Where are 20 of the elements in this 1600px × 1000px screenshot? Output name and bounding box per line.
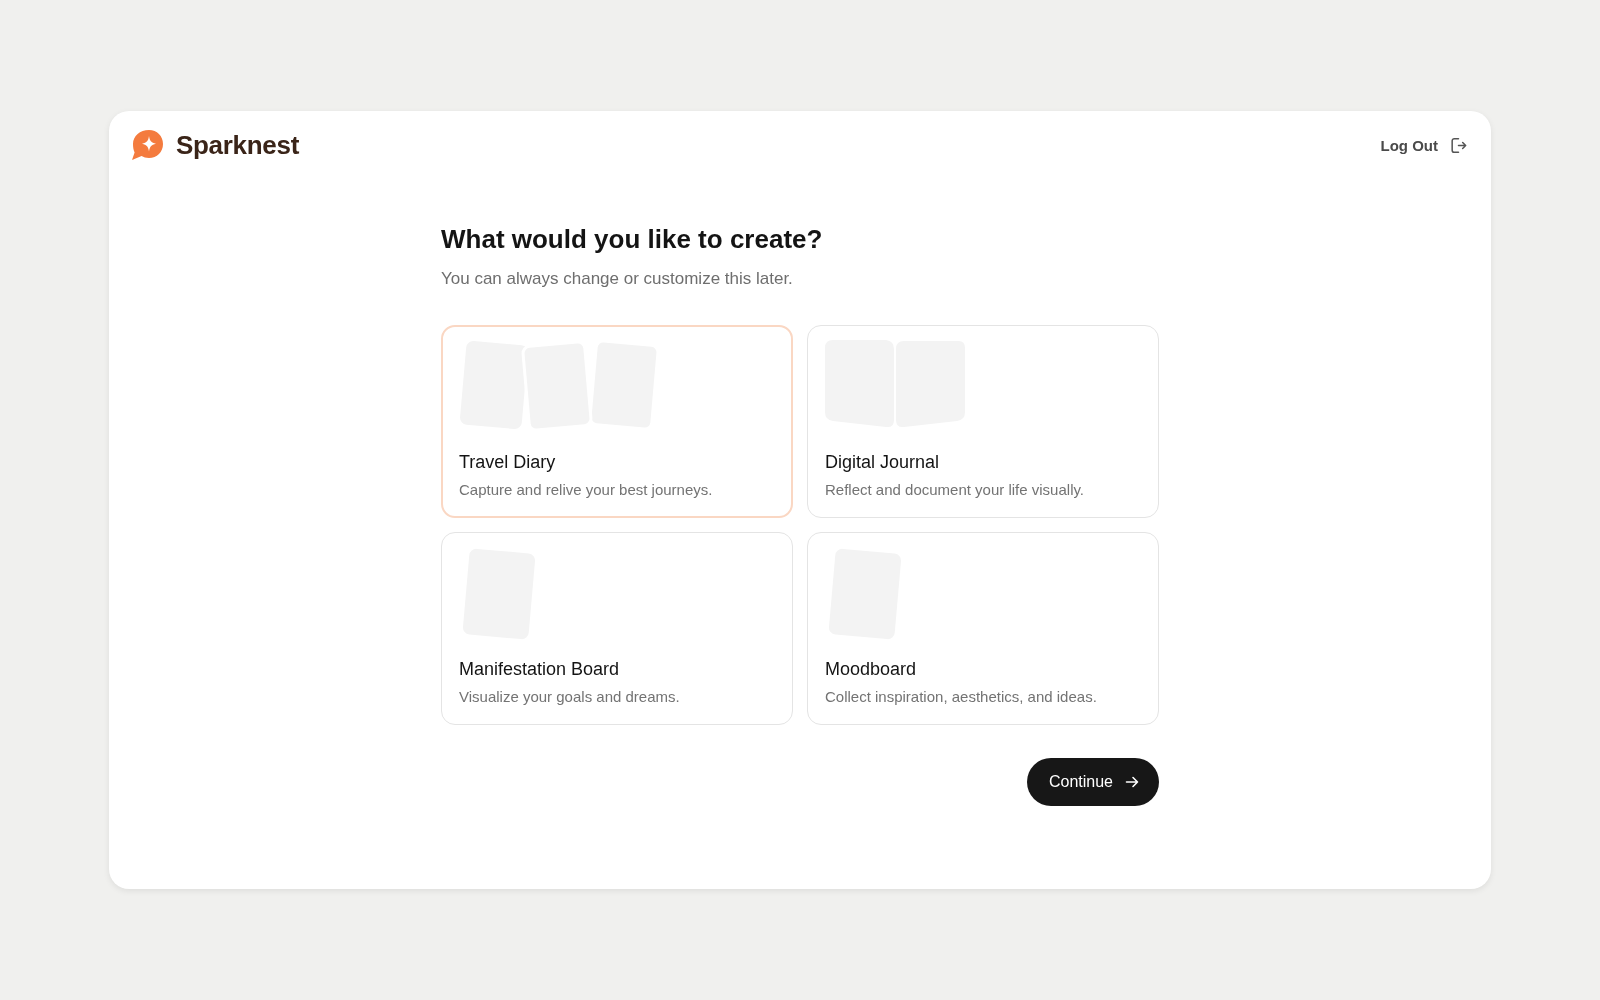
card-description: Capture and relive your best journeys. bbox=[459, 480, 713, 500]
card-title: Manifestation Board bbox=[459, 658, 620, 681]
logout-icon bbox=[1450, 136, 1467, 154]
brand-name: Sparknest bbox=[176, 129, 300, 161]
speech-bubble-sparkle-icon bbox=[130, 129, 164, 161]
card-title: Moodboard bbox=[825, 658, 917, 681]
page-subtitle: You can always change or customize this later. bbox=[441, 268, 794, 290]
card-description: Visualize your goals and dreams. bbox=[459, 687, 680, 707]
card-title: Digital Journal bbox=[825, 451, 940, 474]
option-card[interactable]: Moodboard Collect inspiration, aesthetics, and ideas. bbox=[807, 532, 1159, 725]
option-card[interactable]: Travel Diary Capture and relive your best journeys. bbox=[441, 325, 793, 518]
page-heading: What would you like to create? bbox=[441, 223, 824, 256]
continue-button[interactable]: Continue bbox=[1026, 758, 1159, 806]
arrow-right-icon bbox=[1125, 775, 1139, 789]
card-description: Reflect and document your life visually. bbox=[825, 480, 1084, 500]
option-card[interactable]: Manifestation Board Visualize your goals and dreams. bbox=[441, 532, 793, 725]
option-card[interactable]: Digital Journal Reflect and document your life visually. bbox=[807, 325, 1159, 518]
card-description: Collect inspiration, aesthetics, and ideas. bbox=[825, 687, 1097, 707]
card-title: Travel Diary bbox=[459, 451, 556, 474]
logout-button[interactable]: Log Out bbox=[1380, 132, 1467, 158]
